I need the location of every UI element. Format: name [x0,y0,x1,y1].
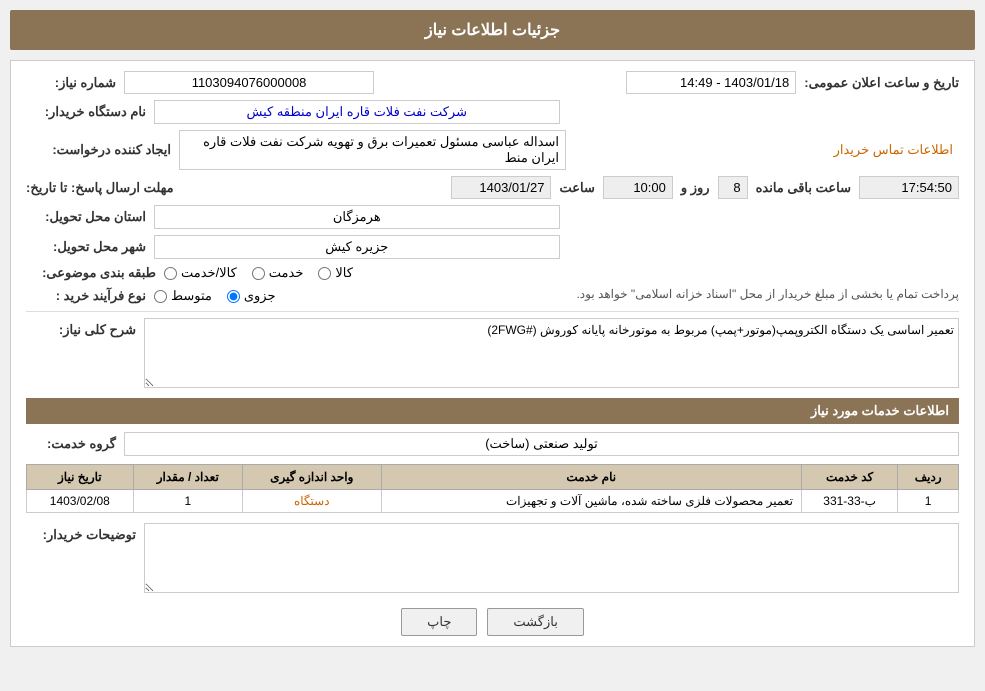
radio-kala-input[interactable] [318,267,331,280]
buyer-comment-textarea[interactable] [144,523,959,593]
ostan-label: استان محل تحویل: [26,209,146,225]
page-title: جزئیات اطلاعات نیاز [10,10,975,50]
goroh-khedmat-value: تولید صنعتی (ساخت) [124,432,959,456]
buyer-comment-label: توضیحات خریدار: [26,523,136,543]
radio-khedmat-item[interactable]: خدمت [252,265,304,281]
col-unit: واحد اندازه گیری [242,465,381,490]
saat-value: 10:00 [603,176,673,199]
radio-jozvi-input[interactable] [227,290,240,303]
ettelaat-tamas-value[interactable]: اطلاعات تماس خریدار [574,139,959,161]
col-count: تعداد / مقدار [133,465,242,490]
shahr-label: شهر محل تحویل: [26,239,146,255]
saat-label: ساعت [559,180,594,196]
tarikh-elan-value: 1403/01/18 - 14:49 [626,71,796,94]
now-farayand-label: نوع فرآیند خرید : [26,288,146,304]
radio-khedmat-label: خدمت [269,265,304,281]
cell-code: ب-33-331 [801,490,897,513]
radio-kala-label: کالا [335,265,353,281]
services-table-container: ردیف کد خدمت نام خدمت واحد اندازه گیری ت… [26,464,959,513]
services-table: ردیف کد خدمت نام خدمت واحد اندازه گیری ت… [26,464,959,513]
col-date: تاریخ نیاز [27,465,134,490]
goroh-khedmat-label: گروه خدمت: [26,436,116,452]
divider1 [26,311,959,312]
baqi-label: ساعت باقی مانده [756,180,851,196]
info-note: پرداخت تمام یا بخشی از مبلغ خریدار از مح… [342,287,959,301]
radio-jozvi-item[interactable]: جزوی [227,288,276,304]
radio-kala-khedmat-input[interactable] [164,267,177,280]
tabaqe-bandi-label: طبقه بندی موضوعی: [26,265,156,281]
nam-dastgah-label: نام دستگاه خریدار: [26,104,146,120]
cell-name: تعمیر محصولات فلزی ساخته شده، ماشین آلات… [381,490,801,513]
radio-mootavsat-item[interactable]: متوسط [154,288,212,304]
sharh-kolli-label: شرح کلی نیاز: [26,318,136,338]
cell-count: 1 [133,490,242,513]
ettelaat-khadamat-title: اطلاعات خدمات مورد نیاز [26,398,959,424]
button-row: بازگشت چاپ [26,608,959,636]
print-button[interactable]: چاپ [401,608,477,636]
radio-kala-khedmat-item[interactable]: کالا/خدمت [164,265,237,281]
cell-radif: 1 [898,490,959,513]
tarikh-value: 1403/01/27 [451,176,551,199]
radio-kala-item[interactable]: کالا [318,265,353,281]
cell-date: 1403/02/08 [27,490,134,513]
tarikh-elan-label: تاریخ و ساعت اعلان عمومی: [804,75,959,91]
ejad-konande-label: ایجاد کننده درخواست: [26,142,171,158]
rooz-value: 8 [718,176,748,199]
radio-mootavsat-input[interactable] [154,290,167,303]
radio-khedmat-input[interactable] [252,267,265,280]
radio-kala-khedmat-label: کالا/خدمت [181,265,237,281]
sharh-kolli-textarea[interactable] [144,318,959,388]
table-row: 1 ب-33-331 تعمیر محصولات فلزی ساخته شده،… [27,490,959,513]
shomara-niaz-label: شماره نیاز: [26,75,116,91]
shomara-niaz-value: 1103094076000008 [124,71,374,94]
ostan-value: هرمزگان [154,205,560,229]
mohlat-ersal-label: مهلت ارسال پاسخ: تا تاریخ: [26,180,174,196]
rooz-label: روز و [681,180,710,196]
radio-mootavsat-label: متوسط [171,288,212,304]
nam-dastgah-value: شرکت نفت فلات قاره ایران منطقه کیش [154,100,560,124]
baqi-value: 17:54:50 [859,176,959,199]
col-code: کد خدمت [801,465,897,490]
back-button[interactable]: بازگشت [487,608,583,636]
radio-jozvi-label: جزوی [244,288,276,304]
shahr-value: جزیره کیش [154,235,560,259]
ejad-konande-value: اسداله عباسی مسئول تعمیرات برق و تهویه ش… [179,130,566,170]
col-name: نام خدمت [381,465,801,490]
cell-unit: دستگاه [242,490,381,513]
col-radif: ردیف [898,465,959,490]
